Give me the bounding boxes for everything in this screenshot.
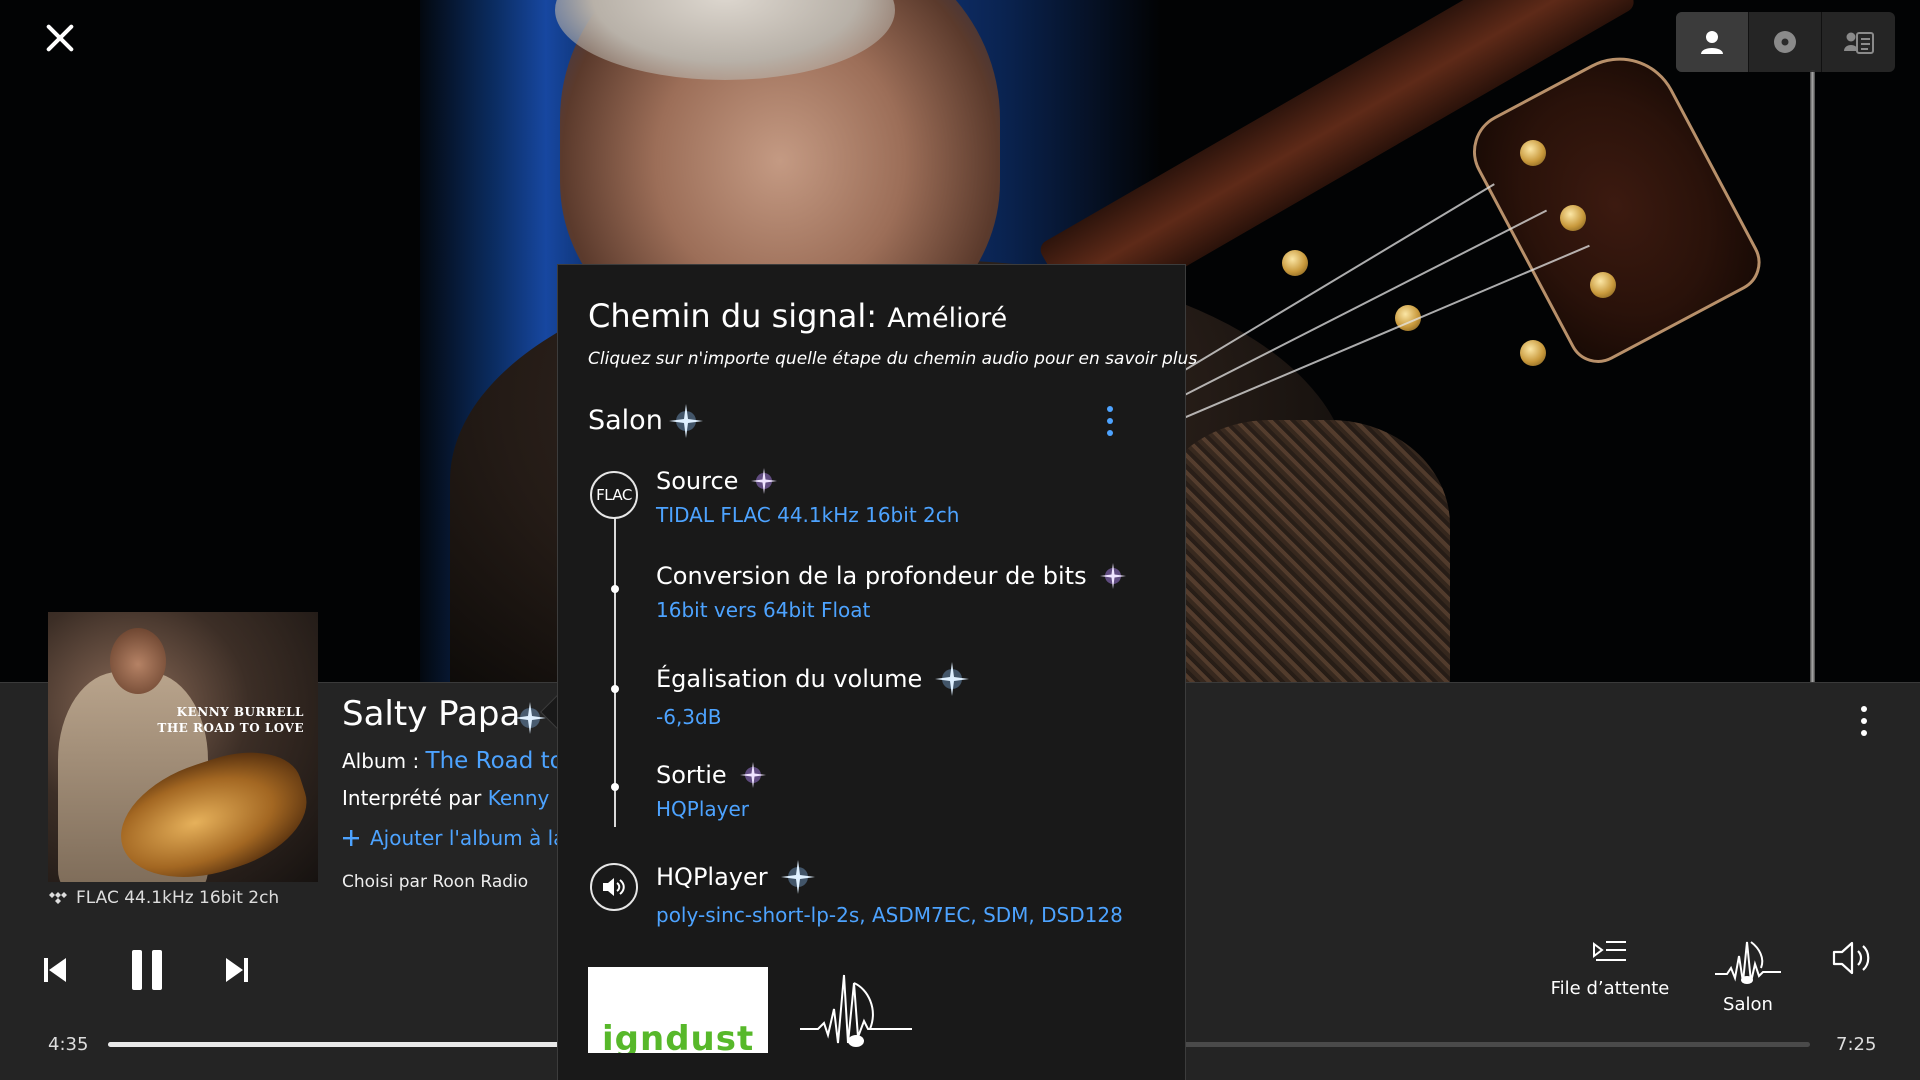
step-detail: TIDAL FLAC 44.1kHz 16bit 2ch <box>656 503 960 527</box>
zone-quality-star-icon <box>669 404 703 438</box>
previous-track-button[interactable] <box>44 956 68 984</box>
step-bit-depth-conversion[interactable]: Conversion de la profondeur de bits 16bi… <box>656 560 1129 622</box>
step-volume-leveling[interactable]: Égalisation du volume -6,3dB <box>656 659 972 729</box>
queue-label: File d’attente <box>1550 978 1670 999</box>
volume-icon <box>1832 941 1870 975</box>
disc-icon <box>1774 31 1796 53</box>
album-cover-title: KENNY BURRELL THE ROAD TO LOVE <box>157 705 304 735</box>
step-detail: 16bit vers 64bit Float <box>656 598 871 622</box>
signal-path-hint: Cliquez sur n'importe quelle étape du ch… <box>588 349 1198 369</box>
pause-icon <box>132 950 142 990</box>
total-time: 7:25 <box>1836 1034 1877 1055</box>
zone-label: Salon <box>1723 994 1773 1015</box>
track-title[interactable]: Salty Papa <box>342 694 520 734</box>
more-options-icon[interactable] <box>1858 706 1870 742</box>
add-album-link[interactable]: Ajouter l'album à la <box>342 826 565 850</box>
stream-format-text: FLAC 44.1kHz 16bit 2ch <box>76 888 280 908</box>
step-title: HQPlayer <box>656 863 768 891</box>
artist-line: Interprété par Kenny B <box>342 786 569 810</box>
zone-button[interactable]: Salon <box>1683 936 1813 1015</box>
blue-star-icon <box>780 860 815 894</box>
view-artist-button[interactable] <box>1676 12 1749 72</box>
signal-path-popup: Chemin du signal: Amélioré Cliquez sur n… <box>557 264 1197 1080</box>
hqplayer-logo-icon[interactable] <box>798 965 914 1055</box>
signal-path-title: Chemin du signal: Amélioré <box>588 297 1007 335</box>
chosen-by-text: Choisi par Roon Radio <box>342 872 529 892</box>
step-title: Sortie <box>656 761 727 789</box>
tuning-peg <box>1590 272 1616 298</box>
next-icon <box>226 958 248 982</box>
album-cover[interactable]: KENNY BURRELL THE ROAD TO LOVE <box>48 612 318 882</box>
source-node: FLAC <box>590 471 638 519</box>
tuning-peg <box>1520 340 1546 366</box>
output-node <box>590 863 638 911</box>
zone-output-icon <box>1715 941 1781 984</box>
close-icon[interactable] <box>42 20 78 56</box>
signal-path-zone: Salon <box>588 405 663 436</box>
step-detail: -6,3dB <box>656 705 722 729</box>
step-detail: poly-sinc-short-lp-2s, ASDM7EC, SDM, DSD… <box>656 903 1123 927</box>
signal-path-menu-icon[interactable] <box>1104 406 1116 442</box>
queue-button[interactable]: File d’attente <box>1545 936 1675 999</box>
flac-badge: FLAC <box>596 486 632 504</box>
blue-star-icon <box>935 662 970 696</box>
signal-path-heading: Chemin du signal: <box>588 297 878 335</box>
person-icon <box>1701 31 1723 54</box>
path-node-dot <box>611 685 619 693</box>
tidal-icon <box>49 892 67 904</box>
volume-button[interactable] <box>1830 938 1874 978</box>
pause-icon <box>152 950 162 990</box>
step-detail: HQPlayer <box>656 797 750 821</box>
view-lyrics-button[interactable] <box>1822 12 1895 72</box>
next-track-button[interactable] <box>224 956 248 984</box>
view-switcher <box>1676 12 1895 72</box>
album-label: Album : <box>342 749 420 773</box>
step-title: Égalisation du volume <box>656 665 923 693</box>
stream-format: FLAC 44.1kHz 16bit 2ch <box>48 888 279 908</box>
plus-icon <box>343 830 359 846</box>
queue-icon <box>1593 941 1626 961</box>
pause-button[interactable] <box>130 950 164 990</box>
path-node-dot <box>611 585 619 593</box>
purple-star-icon <box>1099 563 1126 589</box>
tuning-peg <box>1282 250 1308 276</box>
step-title: Source <box>656 467 739 495</box>
device-brand-logo[interactable]: igndust <box>588 967 768 1053</box>
elapsed-time: 4:35 <box>48 1034 89 1055</box>
album-line: Album : The Road to <box>342 748 564 774</box>
step-hqplayer[interactable]: HQPlayer poly-sinc-short-lp-2s, ASDM7EC,… <box>656 857 1123 927</box>
purple-star-icon <box>751 468 778 494</box>
speaker-icon <box>603 878 625 896</box>
purple-star-icon <box>739 762 766 788</box>
album-cover-face <box>110 628 166 694</box>
tuning-peg <box>1520 140 1546 166</box>
signal-path-quality: Amélioré <box>887 303 1008 334</box>
album-link[interactable]: The Road to <box>426 748 564 774</box>
step-source[interactable]: Source TIDAL FLAC 44.1kHz 16bit 2ch <box>656 465 959 527</box>
add-album-label: Ajouter l'album à la <box>370 826 566 850</box>
lyrics-icon <box>1843 32 1874 54</box>
signal-path-line <box>614 487 616 827</box>
tuning-peg <box>1560 205 1586 231</box>
view-album-button[interactable] <box>1749 12 1822 72</box>
step-output[interactable]: Sortie HQPlayer <box>656 759 769 821</box>
step-title: Conversion de la profondeur de bits <box>656 562 1087 590</box>
signal-quality-star-icon[interactable] <box>512 700 548 736</box>
mic-stand-shape <box>1810 70 1815 682</box>
brand-logo-text: igndust <box>602 1019 755 1053</box>
guitar-headstock-shape <box>1458 36 1772 374</box>
path-node-dot <box>611 783 619 791</box>
previous-icon <box>44 958 66 982</box>
jacket-shape <box>1150 420 1450 682</box>
artist-label: Interprété par <box>342 786 482 810</box>
